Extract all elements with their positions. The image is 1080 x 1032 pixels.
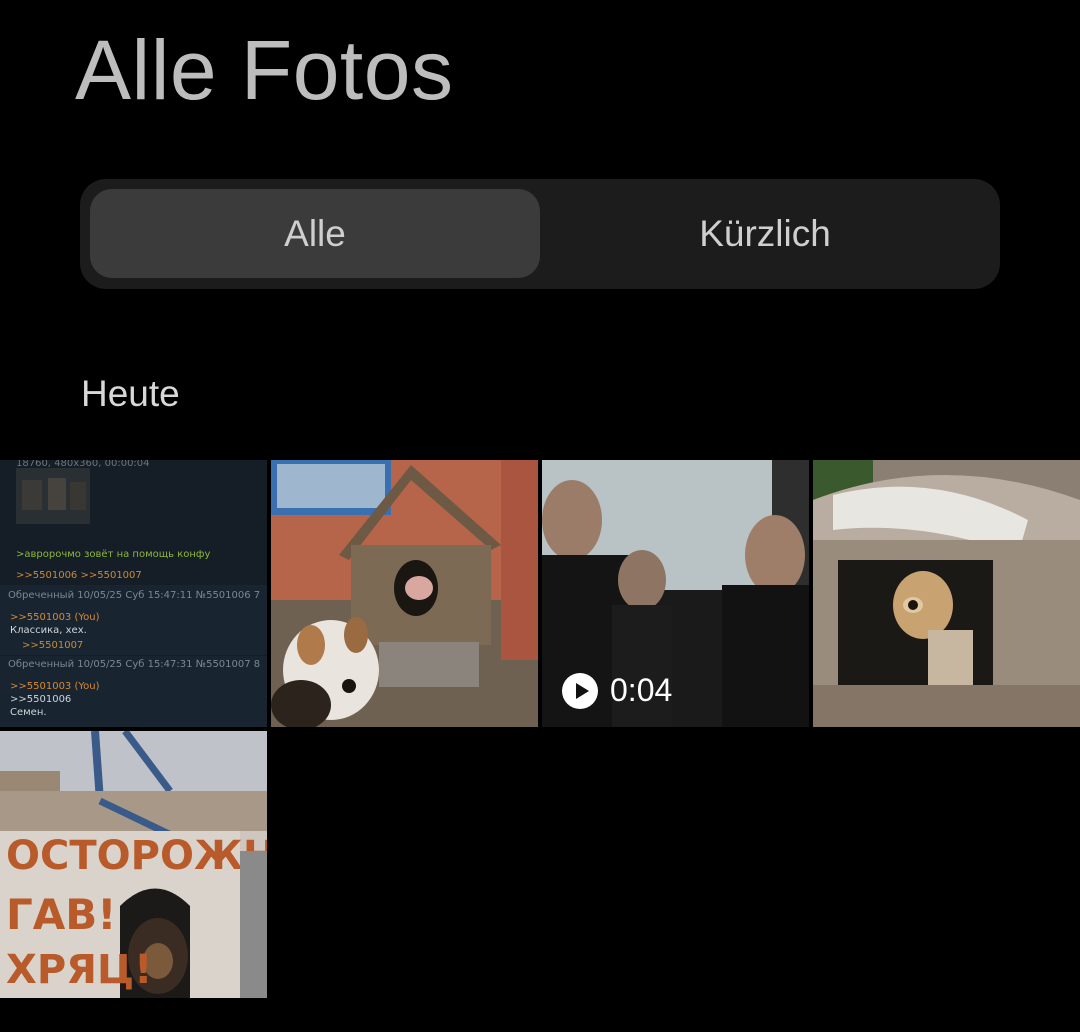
screenshot-replies: >>5501006 >>5501007: [16, 570, 142, 581]
video-duration-badge: 0:04: [562, 672, 672, 709]
photo-thumbnail-doghouse-pig[interactable]: [271, 460, 538, 727]
photo-thumbnail-painted-kennel[interactable]: ОСТОРОЖНО ГАВ! ХРЯЦ!: [0, 731, 267, 998]
photo-thumbnail-dog-kennel[interactable]: [813, 460, 1080, 727]
screenshot-greentext: >авророчмо зовёт на помощь конфу: [16, 549, 210, 560]
filter-segmented-control: Alle Kürzlich: [80, 179, 1000, 289]
screenshot-reply-link: >>5501006: [10, 694, 71, 705]
video-thumbnail[interactable]: 0:04: [542, 460, 809, 727]
photo-image: ОСТОРОЖНО ГАВ! ХРЯЦ!: [0, 731, 267, 998]
photo-image: [271, 460, 538, 727]
tab-recent[interactable]: Kürzlich: [540, 189, 990, 278]
screenshot-post-header: Обреченный 10/05/25 Суб 15:47:31 №550100…: [8, 659, 260, 670]
page-title: Alle Fotos: [75, 23, 454, 117]
section-header-today: Heute: [81, 373, 180, 414]
screenshot-message: Семен.: [10, 707, 47, 718]
screenshot-message: Классика, хех.: [10, 625, 87, 636]
tab-all[interactable]: Alle: [90, 189, 540, 278]
painted-warning: ХРЯЦ!: [6, 947, 152, 993]
play-icon: [562, 672, 598, 709]
screenshot-reply-link: >>5501003 (You): [10, 612, 100, 623]
screenshot-reply-link: >>5501003 (You): [10, 681, 100, 692]
screenshot-backlink: >>5501007: [22, 640, 83, 651]
photo-thumbnail-screenshot[interactable]: 18760, 480x360, 00:00:04 >авророчмо зовё…: [0, 460, 267, 727]
screenshot-meta: 18760, 480x360, 00:00:04: [16, 460, 150, 469]
photo-image: [813, 460, 1080, 727]
video-duration: 0:04: [610, 672, 673, 708]
painted-warning: ГАВ!: [6, 890, 116, 939]
screenshot-image: 18760, 480x360, 00:00:04 >авророчмо зовё…: [0, 460, 267, 727]
screenshot-post-header: Обреченный 10/05/25 Суб 15:47:11 №550100…: [8, 590, 260, 601]
painted-warning: ОСТОРОЖНО: [6, 833, 267, 879]
